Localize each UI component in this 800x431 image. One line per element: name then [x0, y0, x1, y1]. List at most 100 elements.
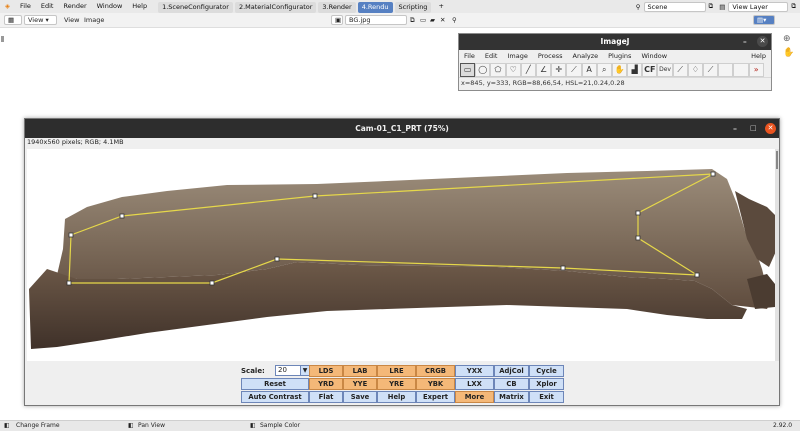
brush-tool-icon[interactable]: ⟋ — [672, 62, 688, 77]
tab-workspace-2[interactable]: 2.MaterialConfigurator — [234, 1, 317, 13]
menu-view[interactable]: View — [64, 15, 79, 26]
blank-tool[interactable] — [718, 62, 734, 77]
button-crgb[interactable]: CRGB — [416, 365, 455, 377]
text-tool-icon[interactable]: A — [581, 62, 597, 77]
view-mode-dropdown[interactable]: View ▾ — [24, 15, 57, 25]
selection-handle[interactable] — [119, 213, 125, 219]
view-layer-icon[interactable]: ▤ — [719, 3, 725, 11]
rectangle-tool-icon[interactable]: ▭ — [460, 62, 476, 77]
selection-handle[interactable] — [635, 235, 641, 241]
button-auto-contrast[interactable]: Auto Contrast — [241, 391, 309, 403]
selection-handle[interactable] — [635, 210, 641, 216]
ij-menu-help[interactable]: Help — [746, 50, 771, 62]
new-scene-icon[interactable]: ⧉ — [709, 2, 714, 11]
button-more[interactable]: More — [455, 391, 494, 403]
vertical-scrollbar[interactable] — [775, 149, 779, 361]
button-xplor[interactable]: Xplor — [529, 378, 564, 390]
button-yye[interactable]: YYE — [343, 378, 377, 390]
minimize-icon[interactable]: – — [743, 34, 747, 50]
polygon-tool-icon[interactable]: ⬠ — [490, 62, 506, 77]
selection-handle[interactable] — [66, 280, 72, 286]
selection-handle[interactable] — [694, 272, 700, 278]
zoom-icon[interactable]: ⊕ — [783, 34, 791, 44]
ij-menu-edit[interactable]: Edit — [480, 50, 503, 62]
selection-handle[interactable] — [312, 193, 318, 199]
pin-icon[interactable]: ⚲ — [452, 15, 457, 26]
unlink-icon[interactable]: ✕ — [440, 15, 445, 26]
menu-help[interactable]: Help — [127, 0, 152, 13]
tab-workspace-4[interactable]: 4.Rendu — [357, 1, 393, 13]
tab-workspace-1[interactable]: 1.SceneConfigurator — [158, 1, 233, 13]
menu-window[interactable]: Window — [92, 0, 128, 13]
button-reset[interactable]: Reset — [241, 378, 309, 390]
scene-selector[interactable]: Scene — [643, 1, 706, 12]
image-name-field[interactable]: BG.jpg — [345, 15, 407, 25]
ij-menu-image[interactable]: Image — [502, 50, 532, 62]
wand-tool-icon[interactable]: ⟋ — [566, 62, 582, 77]
pipette-tool-icon[interactable]: ⟋ — [703, 62, 719, 77]
flood-tool-icon[interactable]: ♢ — [687, 62, 703, 77]
button-yre[interactable]: YRE — [377, 378, 416, 390]
menu-edit[interactable]: Edit — [36, 0, 59, 13]
menu-render[interactable]: Render — [58, 0, 91, 13]
button-cb[interactable]: CB — [494, 378, 529, 390]
button-save[interactable]: Save — [343, 391, 377, 403]
new-view-layer-icon[interactable]: ⧉ — [791, 2, 796, 11]
scrollbar-thumb[interactable] — [776, 151, 778, 169]
button-lab[interactable]: LAB — [343, 365, 377, 377]
cf-tool[interactable]: CF — [642, 62, 658, 77]
image-browse-icon[interactable]: ▣ — [331, 15, 343, 25]
line-tool-icon[interactable]: ╱ — [520, 62, 536, 77]
ij-menu-window[interactable]: Window — [636, 50, 672, 62]
selection-handle[interactable] — [710, 171, 716, 177]
button-ybk[interactable]: YBK — [416, 378, 455, 390]
magnifier-icon[interactable]: ⌕ — [596, 62, 612, 77]
button-flat[interactable]: Flat — [309, 391, 343, 403]
ij-menu-file[interactable]: File — [459, 50, 480, 62]
maximize-icon[interactable]: □ — [750, 119, 757, 138]
button-help[interactable]: Help — [377, 391, 416, 403]
button-exit[interactable]: Exit — [529, 391, 564, 403]
open-image-icon[interactable]: ▰ — [430, 15, 435, 26]
view-layer-selector[interactable]: View Layer — [728, 1, 789, 12]
ij-menu-plugins[interactable]: Plugins — [603, 50, 636, 62]
button-lre[interactable]: LRE — [377, 365, 416, 377]
display-channels-icon[interactable]: ▤▾ — [753, 15, 775, 25]
blender-logo-icon[interactable]: ◈ — [0, 0, 15, 13]
angle-tool-icon[interactable]: ∠ — [535, 62, 552, 77]
button-matrix[interactable]: Matrix — [494, 391, 529, 403]
button-cycle[interactable]: Cycle — [529, 365, 564, 377]
selection-handle[interactable] — [274, 256, 280, 262]
tab-workspace-3[interactable]: 3.Render — [318, 1, 356, 13]
button-adjcol[interactable]: AdjCol — [494, 365, 529, 377]
button-expert[interactable]: Expert — [416, 391, 455, 403]
ij-menu-analyze[interactable]: Analyze — [568, 50, 604, 62]
image-window-titlebar[interactable]: Cam-01_C1_PRT (75%) – □ ✕ — [25, 119, 779, 138]
left-panel-handle[interactable] — [1, 36, 4, 42]
blank-tool[interactable] — [733, 62, 749, 77]
button-lds[interactable]: LDS — [309, 365, 343, 377]
close-icon[interactable]: ✕ — [765, 123, 776, 134]
image-canvas[interactable] — [27, 149, 779, 361]
scale-input[interactable]: 20 — [275, 365, 301, 376]
new-image-icon[interactable]: ▭ — [420, 15, 426, 26]
hand-tool-icon[interactable]: ✋ — [611, 62, 628, 77]
selection-handle[interactable] — [560, 265, 566, 271]
freehand-tool-icon[interactable]: ♡ — [505, 62, 521, 77]
selection-handle[interactable] — [209, 280, 215, 286]
dropper-tool-icon[interactable]: ▟ — [627, 62, 643, 77]
dev-tool[interactable]: Dev — [657, 62, 673, 77]
ij-menu-process[interactable]: Process — [533, 50, 568, 62]
close-icon[interactable]: ✕ — [757, 36, 768, 47]
imagej-titlebar[interactable]: ImageJ – ✕ — [459, 34, 771, 50]
more-tools-icon[interactable]: » — [748, 62, 764, 77]
fake-user-icon[interactable]: ⧉ — [410, 15, 415, 26]
button-lxx[interactable]: LXX — [455, 378, 494, 390]
menu-image[interactable]: Image — [84, 15, 104, 26]
point-tool-icon[interactable]: ✛ — [551, 62, 567, 77]
button-yxx[interactable]: YXX — [455, 365, 494, 377]
menu-file[interactable]: File — [15, 0, 36, 13]
selection-handle[interactable] — [68, 232, 74, 238]
scene-icon[interactable]: ⚲ — [636, 3, 641, 11]
button-yrd[interactable]: YRD — [309, 378, 343, 390]
